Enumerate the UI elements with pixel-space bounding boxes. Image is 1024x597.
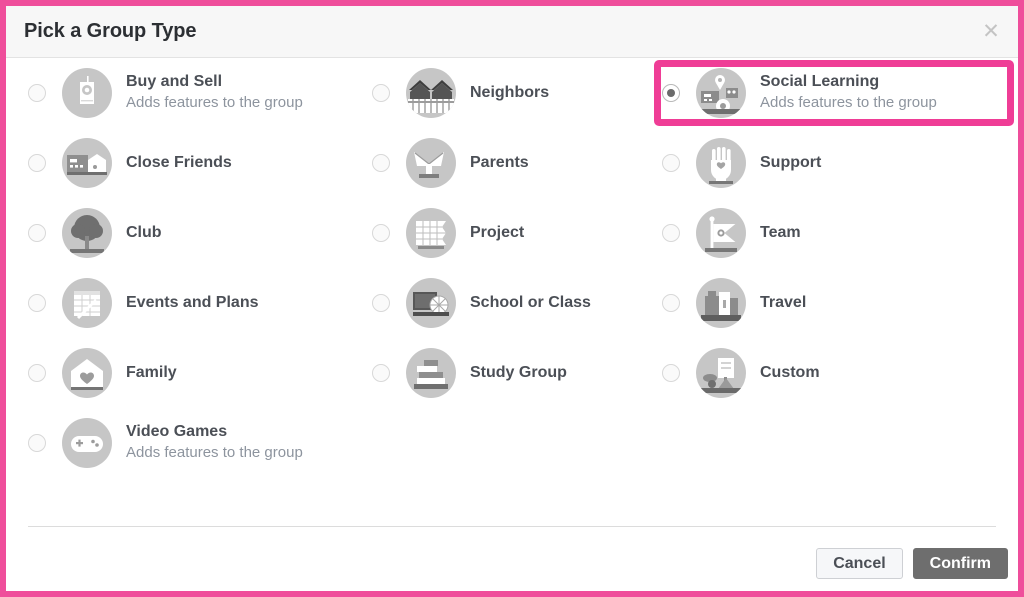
option-subtitle: Adds features to the group xyxy=(126,444,303,462)
options-column-2: Neighbors Parents Project School or Class St… xyxy=(372,58,652,408)
option-title: Parents xyxy=(470,153,529,171)
dialog-footer: Cancel Confirm xyxy=(6,526,1018,591)
option-labels: Video Games Adds features to the group xyxy=(126,422,303,463)
group-type-option[interactable]: Team xyxy=(662,198,1014,268)
option-title: Close Friends xyxy=(126,153,232,171)
group-type-option[interactable]: Travel xyxy=(662,268,1014,338)
option-labels: School or Class xyxy=(470,293,591,314)
social-learning-icon xyxy=(696,68,746,118)
option-labels: Support xyxy=(760,153,821,174)
price-tag-icon xyxy=(62,68,112,118)
page-title: Pick a Group Type xyxy=(24,20,197,42)
group-type-option[interactable]: Buy and Sell Adds features to the group xyxy=(28,58,368,128)
hand-heart-icon xyxy=(696,138,746,188)
radio-button[interactable] xyxy=(662,84,680,102)
option-title: Video Games xyxy=(126,423,228,441)
pennant-flag-icon xyxy=(696,208,746,258)
group-type-options-grid: Buy and Sell Adds features to the group Cl… xyxy=(6,58,1018,526)
footer-divider xyxy=(28,526,996,527)
radio-button[interactable] xyxy=(372,154,390,172)
radio-button[interactable] xyxy=(372,84,390,102)
option-labels: Team xyxy=(760,223,801,244)
option-labels: Travel xyxy=(760,293,806,314)
option-title: Project xyxy=(470,223,525,241)
books-icon xyxy=(406,348,456,398)
radio-button[interactable] xyxy=(28,434,46,452)
group-type-option[interactable]: Project xyxy=(372,198,652,268)
option-title: Family xyxy=(126,363,177,381)
radio-button[interactable] xyxy=(372,224,390,242)
cancel-button[interactable]: Cancel xyxy=(816,548,903,579)
radio-button[interactable] xyxy=(28,154,46,172)
radio-button[interactable] xyxy=(662,364,680,382)
option-title: Buy and Sell xyxy=(126,73,223,91)
radio-button[interactable] xyxy=(28,84,46,102)
options-column-1: Buy and Sell Adds features to the group Cl… xyxy=(28,58,368,478)
group-type-option[interactable]: Custom xyxy=(662,338,1014,408)
friends-icon xyxy=(62,138,112,188)
group-type-option[interactable]: Neighbors xyxy=(372,58,652,128)
option-title: Neighbors xyxy=(470,83,550,101)
option-title: Custom xyxy=(760,363,820,381)
option-title: Social Learning xyxy=(760,73,880,91)
group-type-option[interactable]: Video Games Adds features to the group xyxy=(28,408,368,478)
option-title: Study Group xyxy=(470,363,567,381)
radio-button[interactable] xyxy=(28,224,46,242)
option-labels: Custom xyxy=(760,363,820,384)
group-type-option[interactable]: School or Class xyxy=(372,268,652,338)
radio-button[interactable] xyxy=(28,364,46,382)
dialog-header: Pick a Group Type ✕ xyxy=(6,6,1018,58)
group-type-option[interactable]: Events and Plans xyxy=(28,268,368,338)
option-labels: Family xyxy=(126,363,177,384)
option-subtitle: Adds features to the group xyxy=(760,94,937,112)
group-type-option[interactable]: Social Learning Adds features to the grou… xyxy=(654,58,1014,128)
group-type-option[interactable]: Family xyxy=(28,338,368,408)
tree-icon xyxy=(62,208,112,258)
annotated-screenshot-frame: Pick a Group Type ✕ Buy and Sell Adds fea… xyxy=(0,0,1024,597)
option-labels: Study Group xyxy=(470,363,567,384)
suitcase-icon xyxy=(696,278,746,328)
stroller-icon xyxy=(406,138,456,188)
radio-button[interactable] xyxy=(662,224,680,242)
easel-icon xyxy=(696,348,746,398)
option-labels: Project xyxy=(470,223,524,244)
close-icon[interactable]: ✕ xyxy=(978,19,1004,45)
home-heart-icon xyxy=(62,348,112,398)
group-type-option[interactable]: Study Group xyxy=(372,338,652,408)
radio-button[interactable] xyxy=(28,294,46,312)
pick-group-type-dialog: Pick a Group Type ✕ Buy and Sell Adds fea… xyxy=(6,6,1018,591)
confirm-button[interactable]: Confirm xyxy=(912,548,1008,579)
radio-button[interactable] xyxy=(372,294,390,312)
group-type-option[interactable]: Support xyxy=(662,128,1014,198)
chalkboard-icon xyxy=(406,278,456,328)
option-labels: Parents xyxy=(470,153,529,174)
houses-fence-icon xyxy=(406,68,456,118)
group-type-option[interactable]: Parents xyxy=(372,128,652,198)
option-subtitle: Adds features to the group xyxy=(126,94,303,112)
group-type-option[interactable]: Club xyxy=(28,198,368,268)
option-labels: Neighbors xyxy=(470,83,549,104)
radio-button[interactable] xyxy=(662,294,680,312)
option-title: Support xyxy=(760,153,822,171)
radio-button[interactable] xyxy=(662,154,680,172)
gamepad-icon xyxy=(62,418,112,468)
option-labels: Events and Plans xyxy=(126,293,259,314)
group-type-option[interactable]: Close Friends xyxy=(28,128,368,198)
option-title: Team xyxy=(760,223,801,241)
blueprint-icon xyxy=(406,208,456,258)
option-title: Club xyxy=(126,223,162,241)
option-title: Travel xyxy=(760,293,807,311)
options-column-3: Social Learning Adds features to the grou… xyxy=(654,58,1014,408)
option-labels: Club xyxy=(126,223,162,244)
radio-button[interactable] xyxy=(372,364,390,382)
option-labels: Close Friends xyxy=(126,153,232,174)
option-labels: Social Learning Adds features to the grou… xyxy=(760,72,937,113)
option-title: Events and Plans xyxy=(126,293,259,311)
calendar-icon xyxy=(62,278,112,328)
footer-actions: Cancel Confirm xyxy=(816,548,1008,579)
option-labels: Buy and Sell Adds features to the group xyxy=(126,72,303,113)
option-title: School or Class xyxy=(470,293,591,311)
